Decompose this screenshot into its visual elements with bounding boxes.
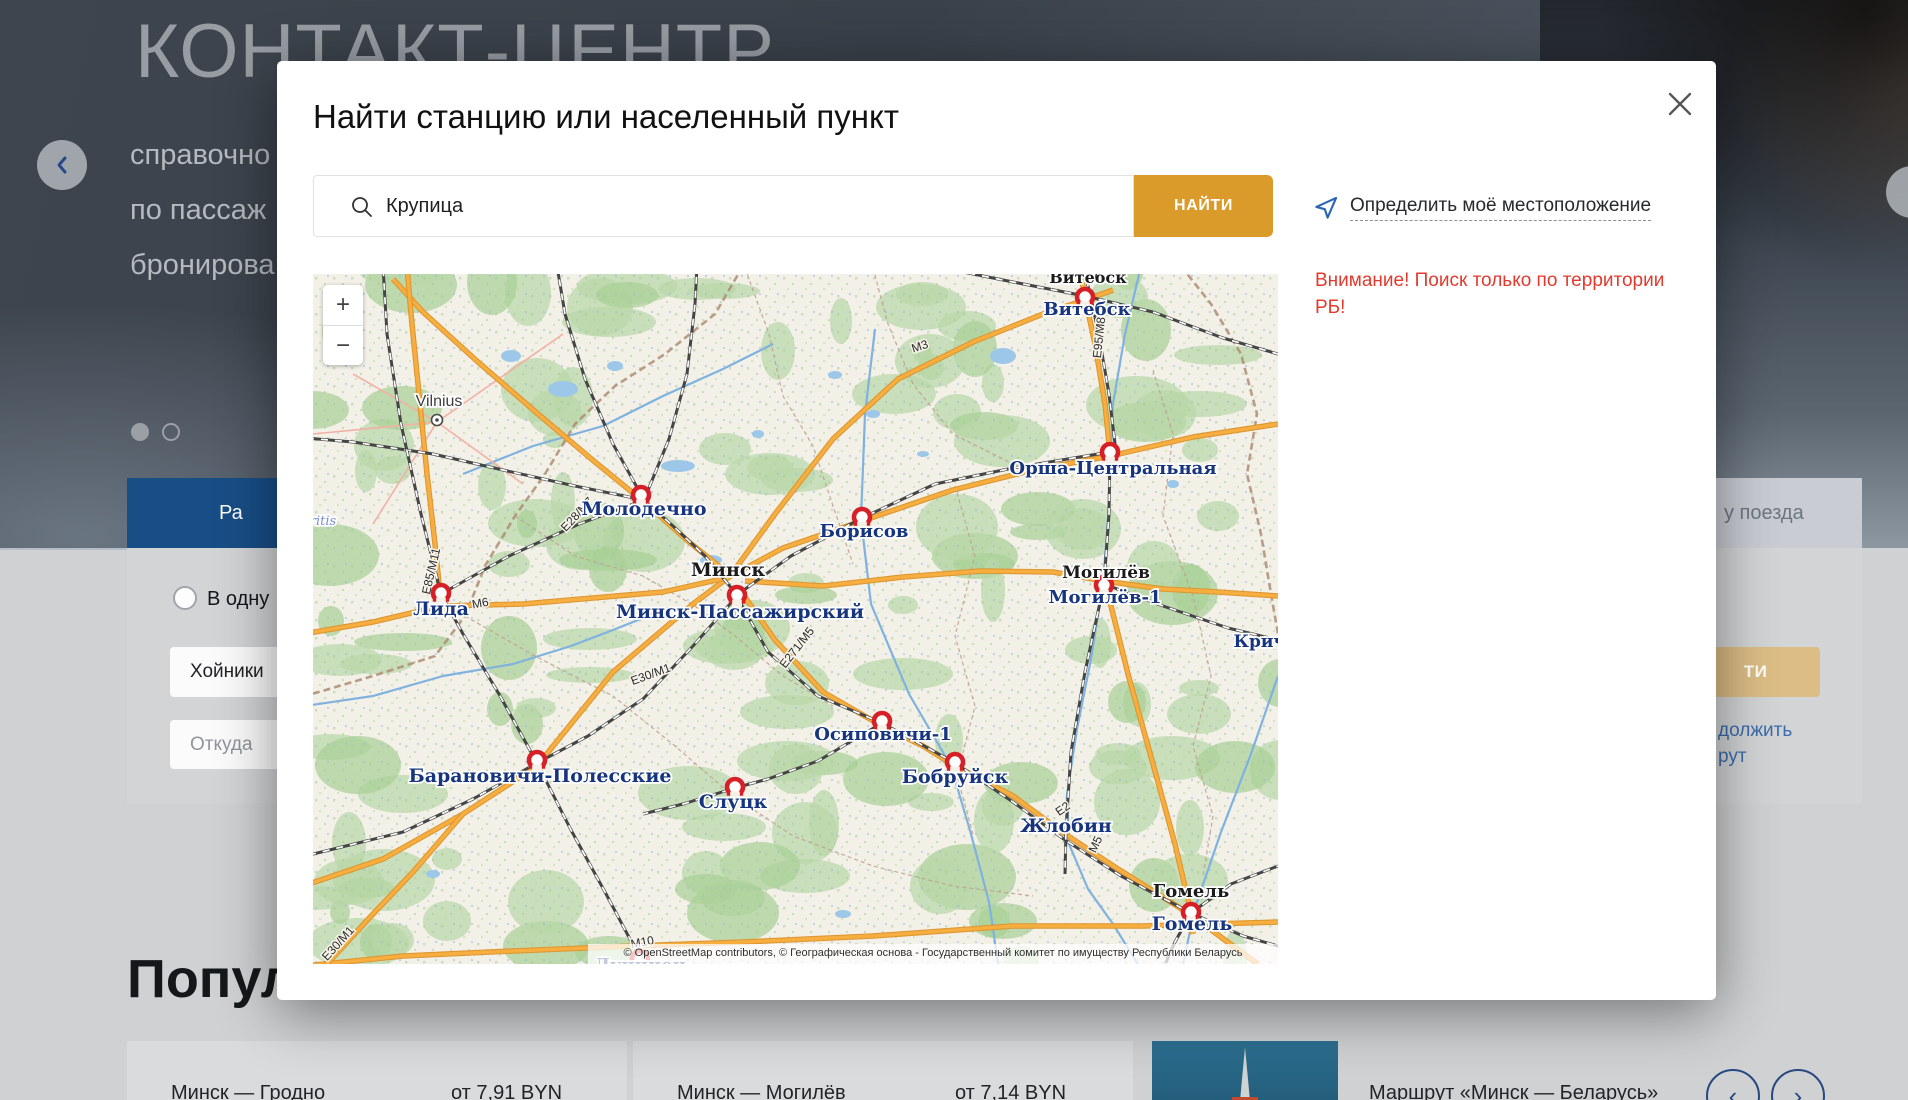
belarus-map[interactable]: М3Е95/М8Е28/М7Е85/М11Е30/М1Е271/М5Е30/М1… <box>313 274 1278 964</box>
station-label: Бобруйск <box>902 766 1009 788</box>
zoom-out-button[interactable]: − <box>323 325 363 365</box>
continue-route-link-line2[interactable]: рут <box>1718 746 1747 768</box>
station-search-row: НАЙТИ <box>313 175 1273 237</box>
city-label: Могилёв <box>1062 563 1150 583</box>
city-label: Гомель <box>1153 881 1229 902</box>
hero-line: по пассаж <box>130 183 275 238</box>
route-price: от 7,14 BYN <box>955 1082 1066 1100</box>
one-way-radio[interactable] <box>173 586 197 610</box>
routes-prev-button[interactable]: ‹ <box>1706 1069 1760 1100</box>
locate-me-label[interactable]: Определить моё местоположение <box>1350 195 1651 221</box>
station-label: Лида <box>413 598 469 620</box>
carousel-prev-button[interactable] <box>37 140 87 190</box>
carousel-dot[interactable] <box>162 423 180 441</box>
station-label: Витебск <box>1043 299 1130 320</box>
modal-title: Найти станцию или населенный пункт <box>313 98 899 136</box>
location-arrow-icon <box>1313 194 1340 221</box>
popular-routes-heading: Попул <box>127 948 295 1010</box>
carousel-dots[interactable] <box>131 423 180 441</box>
station-label: Гомель <box>1152 913 1233 935</box>
map-attribution: © OpenStreetMap contributors, © Географи… <box>588 944 1278 964</box>
station-search-box <box>313 175 1134 237</box>
station-label: Жлобин <box>1020 815 1112 837</box>
city-label: Витебск <box>1049 274 1127 287</box>
close-icon[interactable] <box>1665 89 1695 119</box>
tab-train-info-label[interactable]: у поезда <box>1724 478 1804 548</box>
continue-route-link[interactable]: должить <box>1718 720 1792 742</box>
route-name: Минск — Могилёв <box>677 1082 846 1100</box>
find-button[interactable]: НАЙТИ <box>1134 175 1273 237</box>
route-card[interactable]: Минск — Могилёв от 7,14 BYN <box>633 1041 1133 1100</box>
find-station-modal: Найти станцию или населенный пункт НАЙТИ… <box>277 61 1716 1000</box>
route-card[interactable]: Минск — Гродно от 7,91 BYN <box>127 1041 627 1100</box>
station-label: Осиповичи-1 <box>814 724 952 745</box>
one-way-label: В одну <box>207 588 269 611</box>
routes-next-button[interactable]: › <box>1771 1069 1825 1100</box>
promo-thumbnail[interactable] <box>1152 1041 1338 1100</box>
station-label: Молодечно <box>581 498 706 520</box>
route-name: Минск — Гродно <box>171 1082 325 1100</box>
carousel-dot-active[interactable] <box>131 423 149 441</box>
chevron-left-icon <box>53 154 71 176</box>
station-label: Борисов <box>820 521 909 542</box>
route-price: от 7,91 BYN <box>451 1082 562 1100</box>
city-label: Минск <box>691 559 766 581</box>
station-label: Барановичи-Полесские <box>408 765 671 787</box>
map-zoom-control: + − <box>323 285 363 365</box>
hero-description: справочно по пассаж бронирова <box>130 128 275 293</box>
zoom-in-button[interactable]: + <box>323 285 363 325</box>
hero-line: бронирова <box>130 238 275 293</box>
station-label: Могилёв-1 <box>1049 587 1162 608</box>
station-label: Кричев <box>1233 632 1278 652</box>
station-label: Орша-Центральная <box>1009 458 1216 479</box>
locate-me[interactable]: Определить моё местоположение <box>1313 194 1651 221</box>
map-canvas: М3Е95/М8Е28/М7Е85/М11Е30/М1Е271/М5Е30/М1… <box>313 274 1278 964</box>
water-label: ritis <box>313 514 337 529</box>
promo-route-title[interactable]: Маршрут «Минск — Беларусь» <box>1369 1082 1658 1100</box>
tab-active-label: Ра <box>219 502 243 524</box>
place-label: Vilnius <box>416 393 463 410</box>
hero-line: справочно <box>130 128 275 183</box>
search-warning-text: Внимание! Поиск только по территории РБ! <box>1315 267 1673 321</box>
station-search-input[interactable] <box>314 176 1133 236</box>
road-label: М6 <box>471 595 490 612</box>
station-label: Слуцк <box>699 791 768 813</box>
monument-image <box>1240 1047 1250 1100</box>
station-label: Минск-Пассажирский <box>616 601 864 623</box>
